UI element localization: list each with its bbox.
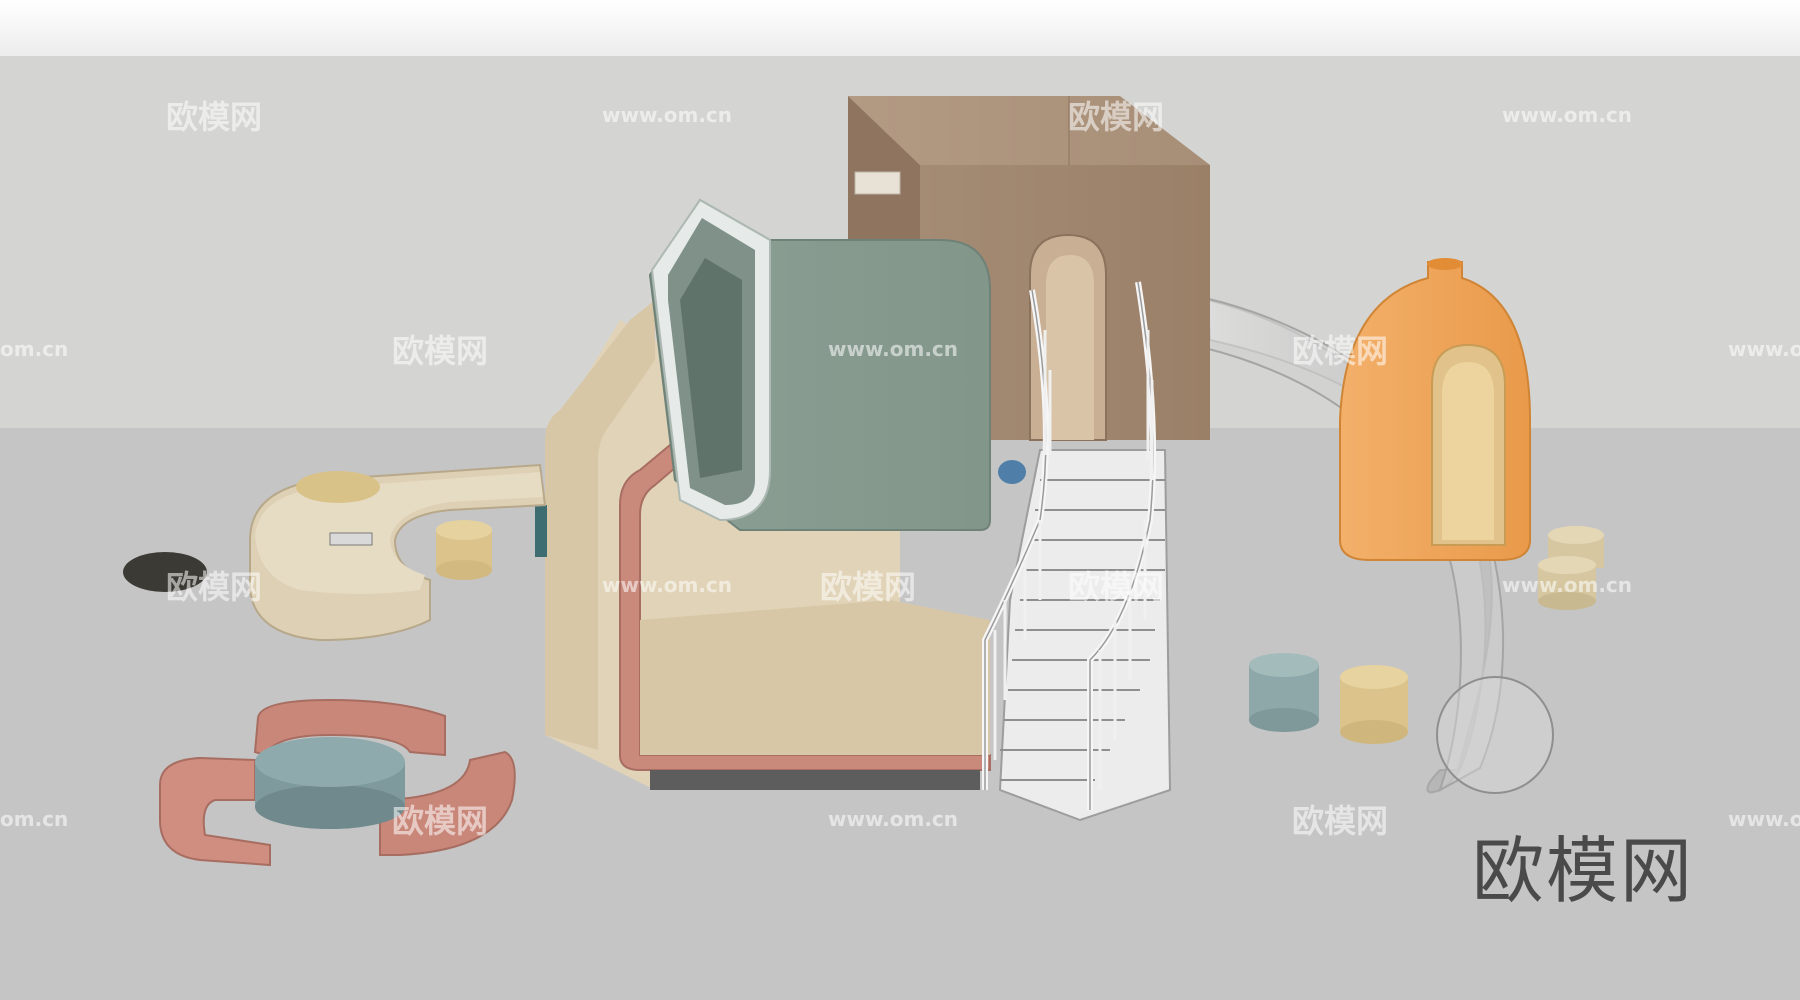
watermark-cn: 欧模网	[1292, 802, 1388, 840]
blue-ball	[998, 460, 1026, 484]
watermark-cn: 欧模网	[392, 802, 488, 840]
sky-band	[0, 0, 1800, 56]
watermark-url: www.om.cn	[1728, 807, 1800, 831]
watermark-url: www.om.cn	[602, 573, 732, 597]
stool-yellow	[1340, 665, 1408, 744]
watermark-url: www.om.cn	[1502, 103, 1632, 127]
watermark-cn: 欧模网	[1068, 98, 1164, 136]
tube-slide-exit	[1436, 676, 1554, 794]
teal-side-panel	[535, 505, 547, 557]
watermark-url: www.om.cn	[828, 807, 958, 831]
watermark-cn: 欧模网	[1292, 332, 1388, 370]
watermark-url: www.om.cn	[1728, 337, 1800, 361]
orange-vase-neck	[1427, 258, 1463, 270]
orange-vase-arch-inner	[1442, 362, 1494, 540]
wood-frame-floor	[640, 600, 990, 755]
stool-yellow-bench	[436, 520, 492, 580]
watermark-url: www.om.cn	[828, 337, 958, 361]
wood-frame-base	[650, 770, 980, 790]
watermark-url: www.om.cn	[602, 807, 732, 831]
watermark-cn: 欧模网	[392, 332, 488, 370]
watermark-cn: 欧模网	[166, 568, 262, 606]
book-on-bench	[329, 532, 373, 546]
bridge-connector	[854, 171, 901, 195]
watermark-url: www.om.cn	[1502, 573, 1632, 597]
watermark-url: www.om.cn	[602, 103, 732, 127]
watermark-cn: 欧模网	[1068, 568, 1164, 606]
watermark-cn: 欧模网	[820, 568, 916, 606]
watermark-url: om.cn	[0, 337, 68, 361]
teal-round-table	[255, 737, 405, 829]
stool-teal	[1249, 653, 1319, 732]
watermark-url: om.cn	[0, 807, 68, 831]
wood-box-arch-inner	[1046, 255, 1094, 440]
watermark-cn: 欧模网	[166, 98, 262, 136]
watermark-url: www.om.cn	[1502, 337, 1632, 361]
brand-logo-text: 欧模网	[1472, 829, 1695, 913]
yellow-pillow	[296, 471, 380, 503]
